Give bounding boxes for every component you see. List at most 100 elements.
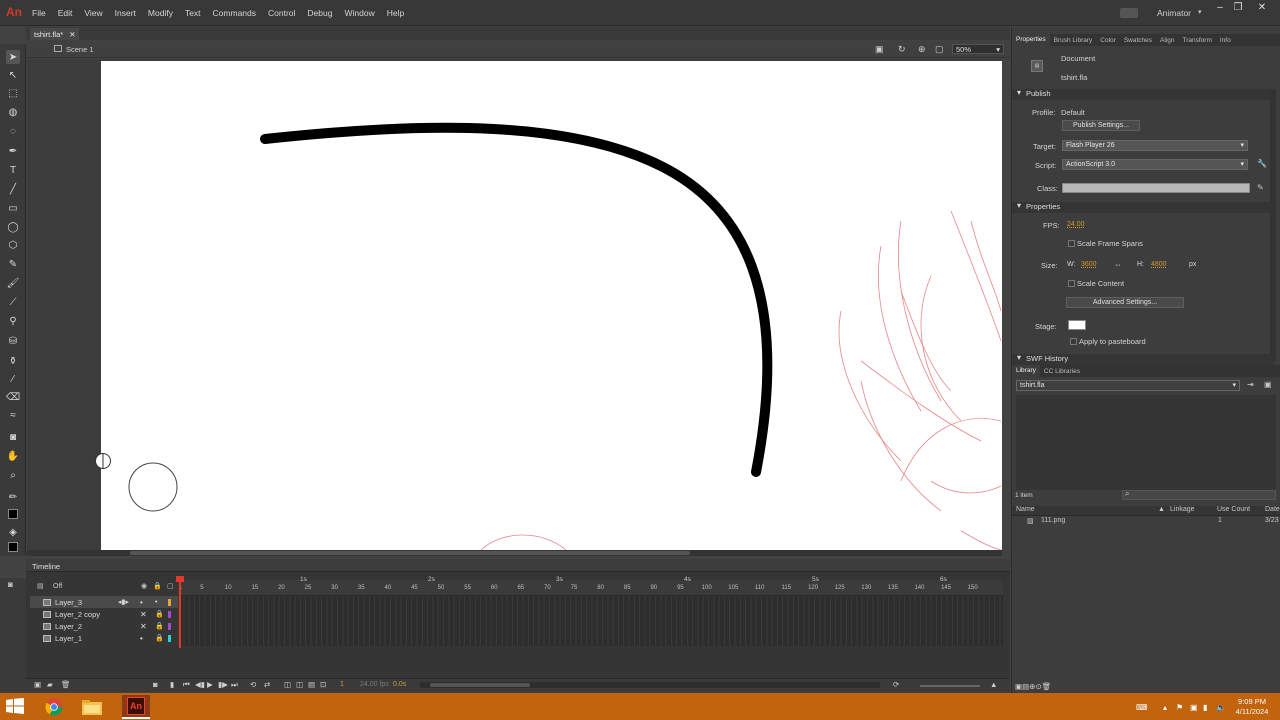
eraser-icon[interactable]: ⌫ xyxy=(6,390,20,404)
menu-modify[interactable]: Modify xyxy=(142,8,179,18)
menu-insert[interactable]: Insert xyxy=(109,8,142,18)
layer-parent-icon[interactable]: ◂▮▸ xyxy=(118,598,129,606)
properties-section-header[interactable]: Properties xyxy=(1012,201,1274,213)
oval-tool-icon[interactable]: ◯ xyxy=(6,220,20,234)
current-frame[interactable]: 1 xyxy=(340,681,344,688)
layer-outline-color[interactable] xyxy=(168,634,171,642)
stage-color-swatch[interactable] xyxy=(1068,320,1086,330)
onion-skin-mode[interactable]: Off xyxy=(53,583,62,590)
hand-tool-icon[interactable]: ✋ xyxy=(6,449,20,463)
lock-icon[interactable]: 🔒 xyxy=(155,622,164,630)
close-icon[interactable]: ✕ xyxy=(69,30,75,39)
swf-history-header[interactable]: SWF History xyxy=(1012,353,1274,365)
polystar-tool-icon[interactable]: ⬡ xyxy=(6,238,20,252)
tab-swatches[interactable]: Swatches xyxy=(1120,37,1156,44)
stage-scroll-thumb[interactable] xyxy=(130,551,690,555)
loop-icon[interactable]: ⟲ xyxy=(250,680,256,689)
menu-edit[interactable]: Edit xyxy=(52,8,79,18)
apply-pasteboard-checkbox[interactable] xyxy=(1070,338,1077,345)
lock-icon[interactable]: 🔒 xyxy=(155,610,164,618)
fps-readout[interactable]: 24.00 fps xyxy=(360,681,389,688)
library-item-row[interactable]: ▨ 111.png 1 3/23 xyxy=(1012,517,1280,527)
camera-icon[interactable]: ◙ xyxy=(8,580,13,589)
zoom-tool-icon[interactable]: ⌕ xyxy=(6,468,20,482)
pin-icon[interactable]: ⇥ xyxy=(1247,380,1254,389)
chevron-down-icon[interactable]: ▾ xyxy=(1198,8,1202,16)
hidden-x-icon[interactable]: ✕ xyxy=(140,622,147,631)
advanced-settings-button[interactable]: Advanced Settings... xyxy=(1066,297,1184,308)
reset-zoom-icon[interactable]: ⟳ xyxy=(893,680,899,689)
windows-start-icon[interactable] xyxy=(6,698,24,714)
last-frame-icon[interactable]: ⏭ xyxy=(231,680,238,690)
script-select[interactable]: ActionScript 3.0 xyxy=(1062,159,1248,170)
layer-row-layer-3[interactable]: Layer_3 ◂▮▸ • • xyxy=(30,596,178,608)
layer-row-layer-2-copy[interactable]: Layer_2 copy ✕ 🔒 xyxy=(30,608,178,620)
tab-transform[interactable]: Transform xyxy=(1178,37,1215,44)
lock-icon[interactable]: 🔒 xyxy=(155,634,164,642)
minimize-button[interactable]: – xyxy=(1210,2,1230,14)
camera-icon[interactable]: ▣ xyxy=(875,44,884,55)
stroke-color-icon[interactable]: ✏ xyxy=(6,490,20,504)
column-date[interactable]: Date xyxy=(1265,506,1280,513)
layer-row-layer-2[interactable]: Layer_2 ✕ 🔒 xyxy=(30,620,178,632)
edit-class-icon[interactable]: ✎ xyxy=(1257,183,1264,192)
new-library-icon[interactable]: ▣ xyxy=(1264,380,1272,389)
camera-toggle-icon[interactable]: ◙ xyxy=(153,680,158,689)
timeline-tab[interactable]: Timeline xyxy=(32,562,60,571)
scene-label[interactable]: Scene 1 xyxy=(66,45,94,54)
center-frame-icon[interactable]: ⇄ xyxy=(264,680,270,689)
layer-outline-color[interactable] xyxy=(168,622,171,630)
timeline-ruler[interactable]: 1s 2s 3s 4s 5s 6s 1510152025303540455055… xyxy=(178,576,1003,596)
menu-window[interactable]: Window xyxy=(338,8,380,18)
visibility-dot-icon[interactable]: • xyxy=(140,598,143,607)
pen-tool-icon[interactable]: ✒ xyxy=(6,144,20,158)
timeline-zoom-slider[interactable] xyxy=(920,685,980,687)
height-value[interactable]: 4800 xyxy=(1151,261,1167,268)
line-tool-icon[interactable]: ╱ xyxy=(6,182,20,196)
volume-icon[interactable]: 🔈 xyxy=(1216,703,1226,712)
menu-file[interactable]: File xyxy=(26,8,52,18)
ink-bottle-icon[interactable]: ⚱ xyxy=(6,354,20,368)
rotate-stage-icon[interactable]: ↻ xyxy=(898,44,906,55)
lock-icon[interactable]: 🔒 xyxy=(153,582,162,590)
3d-rotation-icon[interactable]: ◍ xyxy=(6,105,20,119)
column-linkage[interactable]: Linkage xyxy=(1170,506,1195,513)
link-dimensions-icon[interactable]: ⇔ xyxy=(1114,260,1122,269)
playhead-marker-icon[interactable]: ▮ xyxy=(170,680,174,689)
target-select[interactable]: Flash Player 26 xyxy=(1062,140,1248,151)
menu-control[interactable]: Control xyxy=(262,8,301,18)
sort-arrow-icon[interactable]: ▲ xyxy=(1158,506,1165,513)
clip-content-icon[interactable]: ▢ xyxy=(935,44,944,55)
step-forward-icon[interactable]: ▮▶ xyxy=(218,680,228,689)
width-tool-icon[interactable]: ≈ xyxy=(6,408,20,422)
tab-brush-library[interactable]: Brush Library xyxy=(1050,37,1097,44)
column-name[interactable]: Name xyxy=(1016,506,1035,513)
column-use-count[interactable]: Use Count xyxy=(1217,506,1250,513)
layer-outline-color[interactable] xyxy=(168,610,171,618)
library-search-input[interactable] xyxy=(1122,490,1276,500)
document-tab[interactable]: tshirt.fla* ✕ xyxy=(30,28,80,40)
tab-properties[interactable]: Properties xyxy=(1012,34,1050,46)
modify-markers-icon[interactable]: ⊡ xyxy=(320,680,326,689)
layer-name[interactable]: Layer_1 xyxy=(55,634,82,643)
tray-up-icon[interactable]: ▴ xyxy=(1163,703,1167,712)
stroke-swatch[interactable] xyxy=(6,507,20,521)
free-transform-icon[interactable]: ⬚ xyxy=(6,86,20,100)
outline-icon[interactable]: ▢ xyxy=(167,582,174,590)
subselection-tool-icon[interactable]: ↖ xyxy=(6,68,20,82)
layer-name[interactable]: Layer_2 xyxy=(55,622,82,631)
publish-section-header[interactable]: Publish xyxy=(1012,88,1274,100)
edit-multiple-frames-icon[interactable]: ▤ xyxy=(308,680,315,689)
new-folder-icon[interactable]: ▰ xyxy=(47,680,53,689)
layer-row-layer-1[interactable]: Layer_1 • 🔒 xyxy=(30,632,178,644)
properties-scrollbar[interactable] xyxy=(1270,89,1276,361)
lock-dot-icon[interactable]: • xyxy=(155,599,157,606)
hidden-x-icon[interactable]: ✕ xyxy=(140,610,147,619)
paint-brush-icon[interactable]: 🖌 xyxy=(6,276,20,290)
chrome-icon[interactable] xyxy=(40,695,68,719)
width-value[interactable]: 3600 xyxy=(1081,261,1097,268)
close-button[interactable]: ✕ xyxy=(1252,2,1272,14)
cc-sync-icon[interactable] xyxy=(1120,8,1138,18)
brush-tool-icon[interactable]: ⟋ xyxy=(6,295,20,309)
library-footer-icons[interactable]: ▣▤⊕⊙🗑 xyxy=(1015,682,1051,691)
